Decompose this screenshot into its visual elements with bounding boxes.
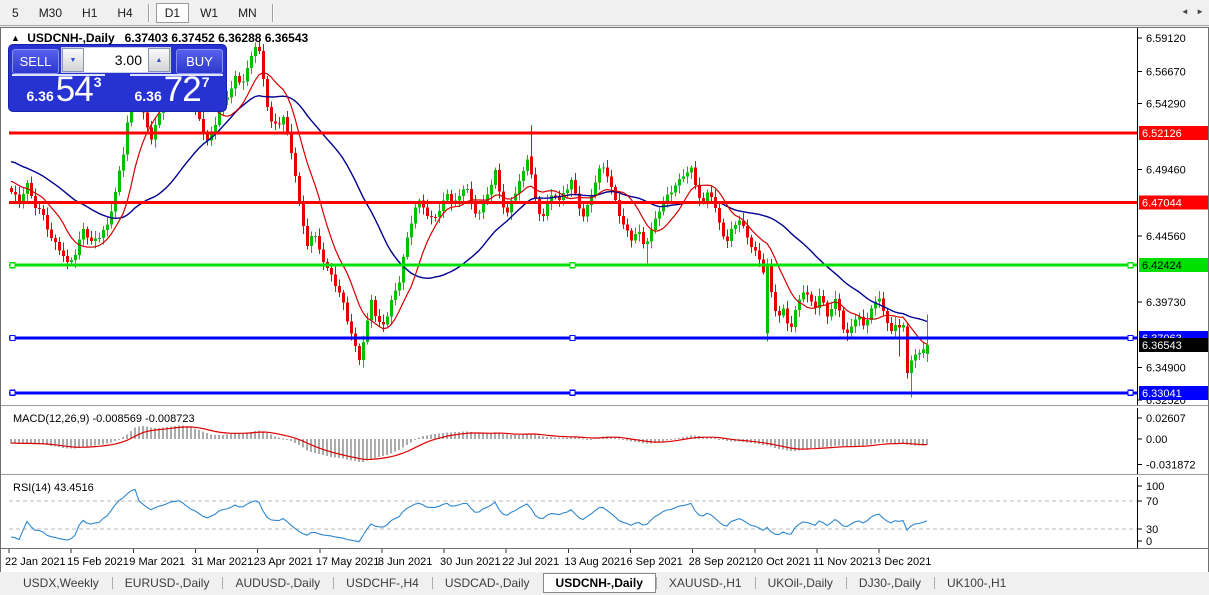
- sell-price-pip-digit: 3: [93, 74, 102, 90]
- sell-price-prefix: 6.36: [26, 88, 54, 104]
- svg-text:6.49460: 6.49460: [1146, 164, 1186, 176]
- svg-text:70: 70: [1146, 496, 1158, 508]
- sell-button-label: SELL: [19, 54, 52, 69]
- timeframe-button-D1[interactable]: D1: [155, 2, 190, 23]
- rsi-indicator-pane[interactable]: 100 70 300 RSI(14) 43.4516: [1, 477, 1208, 548]
- chart-tab-eurusd-daily[interactable]: EURUSD-,Daily: [111, 573, 223, 593]
- chart-tab-usdchf-h4[interactable]: USDCHF-,H4: [333, 573, 432, 593]
- date-tick-label: 23 Apr 2021: [254, 556, 313, 568]
- sell-price-display[interactable]: 6.36 54 3: [11, 70, 117, 109]
- macd-indicator-pane[interactable]: 0.02607 0.00 -0.031872 MACD(12,26,9) -0.008…: [1, 408, 1208, 474]
- svg-text:6.47044: 6.47044: [1142, 197, 1182, 209]
- svg-text:6.54290: 6.54290: [1146, 99, 1186, 111]
- date-tick-label: 6 Sep 2021: [627, 556, 683, 568]
- svg-text:30: 30: [1146, 524, 1158, 536]
- timeframe-button-H4[interactable]: H4: [108, 3, 141, 23]
- svg-text:6.42424: 6.42424: [1142, 260, 1182, 272]
- pane-separator[interactable]: [1, 474, 1208, 476]
- one-click-trading-panel: SELL ▼ ▲ BUY 6.36 54 3 6.: [9, 45, 226, 111]
- date-tick-label: 22 Jan 2021: [5, 556, 66, 568]
- svg-text:0: 0: [1146, 536, 1152, 548]
- buy-price-big-digits: 72: [163, 70, 202, 109]
- price-tag: 6.33041: [1139, 385, 1208, 400]
- chart-tab-xauusd-h1[interactable]: XAUUSD-,H1: [655, 573, 755, 593]
- chart-tab-usdcnh-daily[interactable]: USDCNH-,Daily: [542, 572, 656, 593]
- chart-symbol-label: USDCNH-,Daily: [27, 31, 115, 45]
- collapse-triangle-icon[interactable]: ▲: [11, 33, 20, 43]
- date-tick-label: 8 Jun 2021: [378, 556, 432, 568]
- timeframe-button-M30[interactable]: M30: [30, 3, 71, 23]
- chart-title: ▲ USDCNH-,Daily 6.37403 6.37452 6.36288 …: [11, 31, 308, 45]
- buy-price-display[interactable]: 6.36 72 7: [119, 70, 225, 109]
- scroll-tabs-right-icon[interactable]: ►: [1196, 7, 1204, 16]
- svg-text:0.02607: 0.02607: [1146, 413, 1186, 425]
- timeframe-button-MN[interactable]: MN: [229, 3, 266, 23]
- date-tick-label: 22 Jul 2021: [502, 556, 559, 568]
- sell-price-big-digits: 54: [55, 70, 94, 109]
- toolbar-separator: [147, 3, 150, 22]
- chart-tab-audusd-daily[interactable]: AUDUSD-,Daily: [222, 573, 333, 593]
- chart-tab-ukoil-daily[interactable]: UKOil-,Daily: [754, 573, 846, 593]
- time-axis[interactable]: 22 Jan 2021 15 Feb 2021 9 Mar 2021 31 Mar 2…: [1, 548, 1208, 572]
- date-tick-label: 9 Mar 2021: [129, 556, 185, 568]
- scroll-tabs-left-icon[interactable]: ◄: [1181, 7, 1189, 16]
- date-tick-label: 30 Jun 2021: [440, 556, 501, 568]
- date-tick-label: 17 May 2021: [316, 556, 380, 568]
- timeframe-toolbar: 5 M30 H1 H4 D1 W1 MN: [0, 0, 1209, 26]
- current-price-tag: 6.36543: [1139, 338, 1208, 353]
- metatrader-window: 5 M30 H1 H4 D1 W1 MN ▲ USDCNH-,Daily 6.37403 6…: [0, 0, 1209, 595]
- triangle-down-icon: ▼: [69, 56, 77, 64]
- timeframe-button-W1[interactable]: W1: [191, 3, 227, 23]
- buy-button-label: BUY: [186, 54, 213, 69]
- date-tick-label: 20 Oct 2021: [751, 556, 811, 568]
- chart-tab-usdx-weekly[interactable]: USDX,Weekly: [10, 573, 112, 593]
- svg-text:6.56670: 6.56670: [1146, 66, 1186, 78]
- svg-text:6.36543: 6.36543: [1142, 340, 1182, 352]
- svg-text:6.52126: 6.52126: [1142, 128, 1182, 140]
- date-tick-label: 28 Sep 2021: [689, 556, 751, 568]
- chart-tab-bar: USDX,Weekly EURUSD-,Daily AUDUSD-,Daily USD…: [0, 572, 1209, 593]
- timeframe-button-H1[interactable]: H1: [73, 3, 106, 23]
- date-tick-label: 11 Nov 2021: [813, 556, 875, 568]
- date-tick-label: 15 Feb 2021: [67, 556, 129, 568]
- toolbar-separator: [271, 3, 274, 22]
- volume-decrease-button[interactable]: ▼: [62, 48, 84, 72]
- svg-text:6.34900: 6.34900: [1146, 363, 1186, 375]
- svg-text:6.39730: 6.39730: [1146, 297, 1186, 309]
- price-tag: 6.42424: [1139, 258, 1208, 273]
- sell-button[interactable]: SELL: [12, 49, 59, 74]
- svg-text:6.33041: 6.33041: [1142, 388, 1182, 400]
- svg-text:6.59120: 6.59120: [1146, 33, 1186, 45]
- svg-text:0.00: 0.00: [1146, 434, 1167, 446]
- chart-tab-uk100-h1[interactable]: UK100-,H1: [933, 573, 1019, 593]
- price-tag: 6.52126: [1139, 126, 1208, 141]
- volume-increase-button[interactable]: ▲: [148, 48, 170, 72]
- chart-ohlc-values: 6.37403 6.37452 6.36288 6.36543: [124, 31, 309, 45]
- rsi-label: RSI(14) 43.4516: [13, 482, 94, 494]
- tab-scroll-arrows: ◄ ►: [1176, 7, 1204, 16]
- chart-tab-dj30-daily[interactable]: DJ30-,Daily: [845, 573, 934, 593]
- date-tick-label: 31 Mar 2021: [191, 556, 253, 568]
- date-tick-label: 3 Dec 2021: [875, 556, 931, 568]
- svg-text:-0.031872: -0.031872: [1146, 460, 1196, 472]
- date-tick-label: 13 Aug 2021: [564, 556, 626, 568]
- triangle-up-icon: ▲: [155, 56, 163, 64]
- chart-window: ▲ USDCNH-,Daily 6.37403 6.37452 6.36288 …: [0, 27, 1209, 572]
- pane-separator[interactable]: [1, 405, 1208, 407]
- volume-input[interactable]: [84, 48, 148, 72]
- macd-label: MACD(12,26,9) -0.008569 -0.008723: [13, 413, 195, 425]
- buy-price-prefix: 6.36: [134, 88, 162, 104]
- chart-tab-usdcad-daily[interactable]: USDCAD-,Daily: [431, 573, 543, 593]
- svg-text:6.44560: 6.44560: [1146, 231, 1186, 243]
- timeframe-button-5[interactable]: 5: [3, 3, 28, 23]
- buy-price-pip-digit: 7: [201, 74, 210, 90]
- svg-text:100: 100: [1146, 481, 1164, 493]
- price-tag: 6.47044: [1139, 195, 1208, 210]
